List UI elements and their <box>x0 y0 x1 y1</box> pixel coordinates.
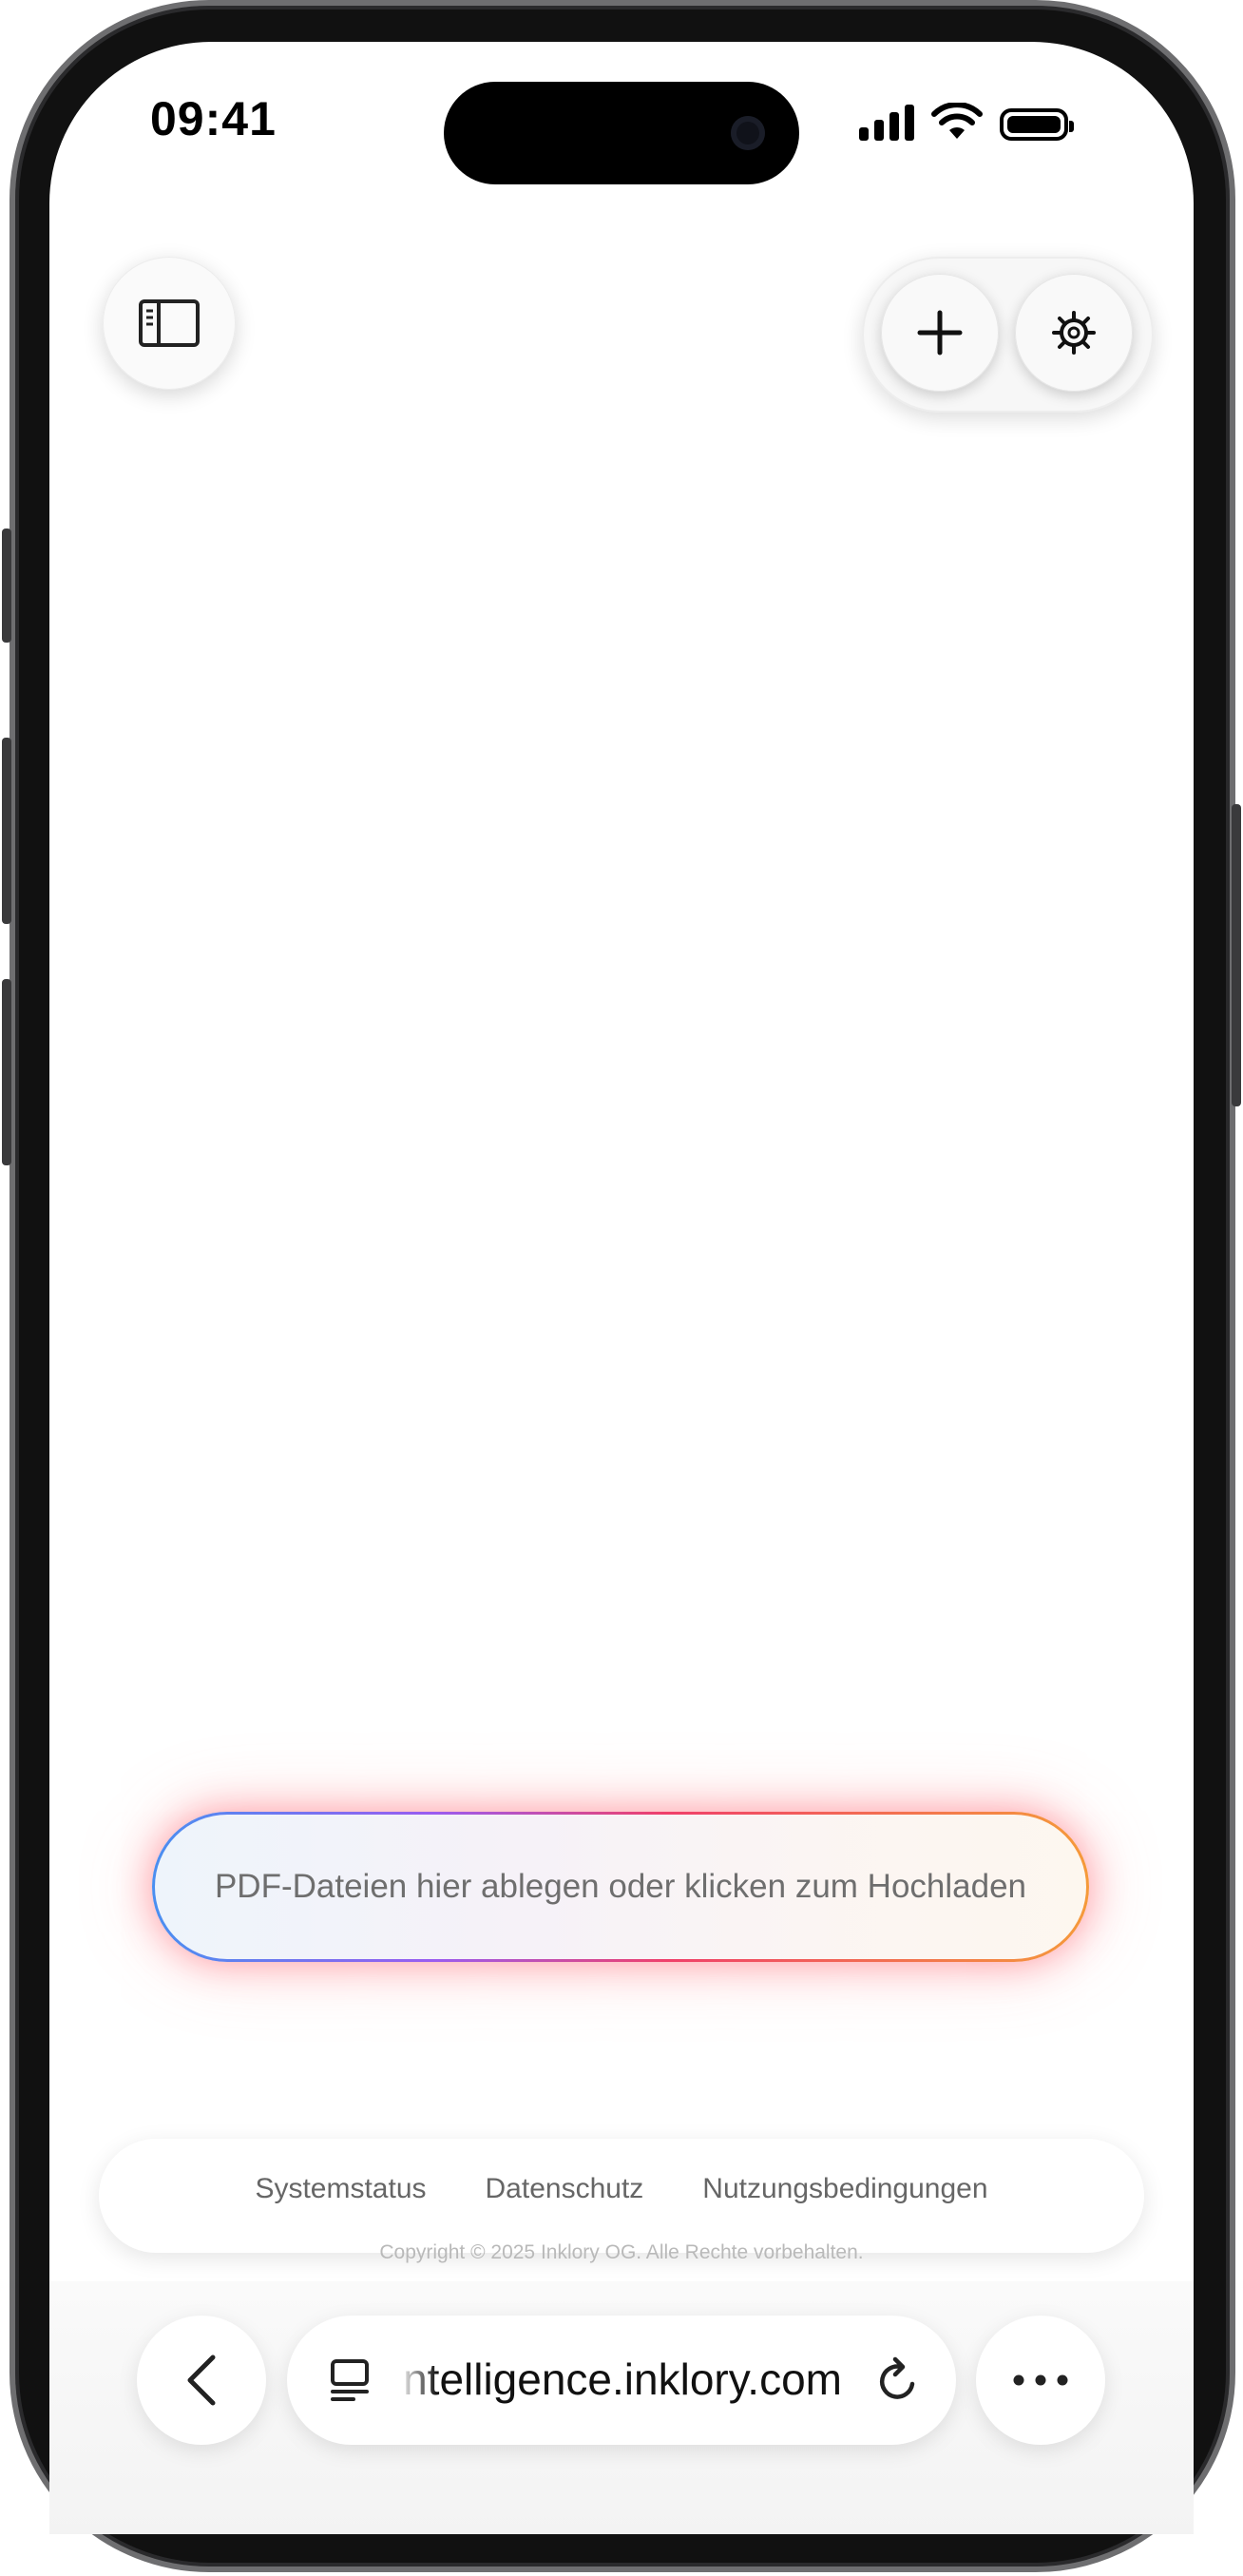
url-text: intelligence.inklory.com <box>403 2355 842 2404</box>
footer-link-nutzungsbedingungen[interactable]: Nutzungsbedingungen <box>702 2173 987 2205</box>
settings-button[interactable] <box>1015 274 1133 392</box>
back-button[interactable] <box>137 2316 266 2445</box>
camera-icon <box>731 116 765 150</box>
more-button[interactable] <box>976 2316 1105 2445</box>
action-button <box>2 529 11 643</box>
tab-overview-icon <box>331 2359 369 2401</box>
cellular-signal-icon <box>859 105 914 141</box>
footer-link-datenschutz[interactable]: Datenschutz <box>486 2173 644 2205</box>
pdf-upload-dropzone[interactable]: PDF-Dateien hier ablegen oder klicken zu… <box>152 1812 1089 1962</box>
sidebar-toggle-button[interactable] <box>103 257 236 390</box>
power-button <box>1232 804 1241 1106</box>
status-icons <box>859 99 1074 141</box>
chevron-left-icon <box>187 2355 216 2406</box>
address-bar[interactable]: intelligence.inklory.com <box>287 2316 956 2445</box>
url-fade <box>399 2344 437 2420</box>
upload-prompt: PDF-Dateien hier ablegen oder klicken zu… <box>155 1815 1086 1959</box>
volume-up-button <box>2 738 11 924</box>
footer-link-systemstatus[interactable]: Systemstatus <box>255 2173 426 2205</box>
status-time: 09:41 <box>150 92 277 145</box>
more-icon <box>1013 2374 1068 2386</box>
new-chat-button[interactable] <box>881 274 999 392</box>
action-button-group <box>862 257 1154 413</box>
battery-icon <box>1000 108 1074 141</box>
sidebar-icon <box>139 299 200 347</box>
volume-down-button <box>2 979 11 1165</box>
copyright-text: Copyright © 2025 Inklory OG. Alle Rechte… <box>379 2241 864 2263</box>
footer-links: Systemstatus Datenschutz Nutzungsbedingu… <box>99 2173 1144 2205</box>
dynamic-island <box>444 82 799 184</box>
wifi-icon <box>931 103 983 139</box>
footer: Systemstatus Datenschutz Nutzungsbedingu… <box>99 2139 1144 2253</box>
plus-icon <box>917 310 963 356</box>
reload-icon[interactable] <box>874 2355 922 2405</box>
gear-icon <box>1052 311 1096 355</box>
